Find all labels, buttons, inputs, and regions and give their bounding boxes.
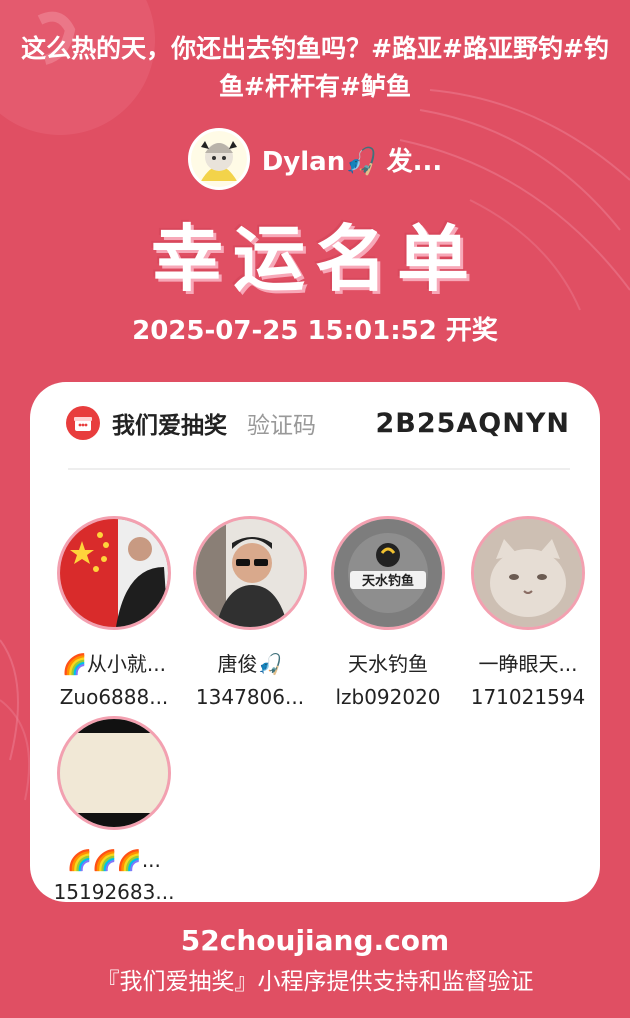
winner-avatar[interactable] [471,516,585,630]
winner-name: 一睁眼天... [478,652,578,676]
svg-text:天水钓鱼: 天水钓鱼 [362,573,414,589]
verify-code-value: 2B25AQNYN [375,407,570,439]
winner-id: Zuo6888... [59,685,169,709]
winner-item[interactable]: 🌈🌈🌈... 15192683... [44,716,184,904]
winner-name: 天水钓鱼 [348,652,428,676]
winner-id: 171021594 [470,685,586,709]
post-title: 这么热的天，你还出去钓鱼吗？#路亚#路亚野钓#钓鱼#杆杆有#鲈鱼 [21,34,609,101]
card-divider [68,468,570,470]
footer-site-link[interactable]: 52choujiang.com [0,924,630,957]
flag-portrait-icon [60,519,168,627]
draw-time: 2025-07-25 15:01:52 开奖 [132,316,498,346]
verify-code-label: 验证码 [247,413,316,439]
creator-avatar-icon [190,131,247,187]
winner-id: 1347806... [195,685,305,709]
gift-icon [66,406,100,440]
creator-info: Dylan🎣 发... [0,128,630,190]
fishing-logo-icon: 天水钓鱼 [334,519,442,627]
winner-item[interactable]: 一睁眼天... 171021594 [458,516,598,709]
winner-item[interactable]: 🌈从小就... Zuo6888... [44,516,184,709]
creator-name: Dylan🎣 发... [261,146,443,177]
man-sunglasses-icon [196,519,304,627]
lucky-list-heading: 幸运名单 [150,217,479,301]
blank-frame-icon [60,719,168,827]
brand-name: 我们爱抽奖 [112,413,227,439]
winner-item[interactable]: 天水钓鱼 天水钓鱼 lzb092020 [318,516,458,709]
winner-name: 🌈🌈🌈... [67,848,161,872]
footer-note: 『我们爱抽奖』小程序提供支持和监督验证 [96,969,534,995]
cat-photo-icon [474,519,582,627]
winner-name: 唐俊🎣 [217,652,283,676]
winner-avatar[interactable] [193,516,307,630]
winners-card: 我们爱抽奖 验证码 2B25AQNYN 🌈从小就... Zuo6888... 唐… [30,382,600,904]
winner-name: 🌈从小就... [62,652,166,676]
winner-avatar[interactable] [57,716,171,830]
winner-id: 15192683... [53,880,175,904]
winner-id: lzb092020 [335,685,441,709]
winner-avatar[interactable] [57,516,171,630]
creator-avatar[interactable] [187,128,250,190]
winner-avatar[interactable]: 天水钓鱼 [331,516,445,630]
card-header: 我们爱抽奖 验证码 2B25AQNYN [66,402,570,444]
winner-item[interactable]: 唐俊🎣 1347806... [180,516,320,709]
